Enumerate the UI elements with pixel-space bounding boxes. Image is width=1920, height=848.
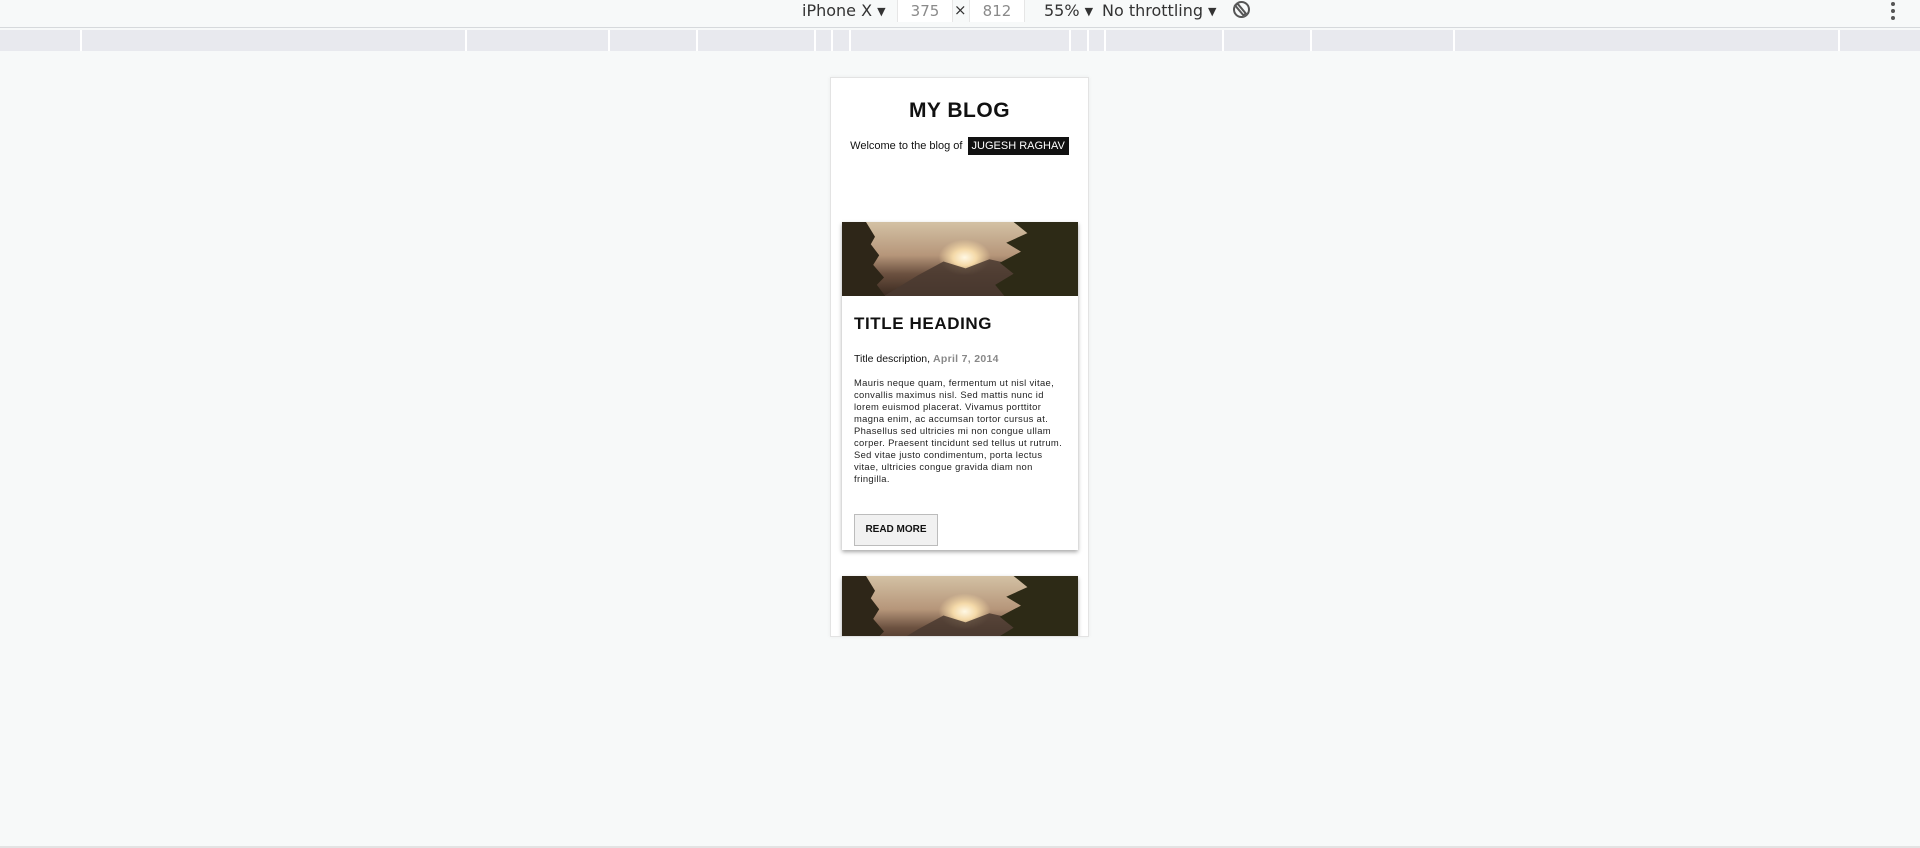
welcome-text: Welcome to the blog of JUGESH RAGHAV	[831, 137, 1088, 155]
media-query-divider	[831, 30, 833, 51]
blog-post-card	[842, 576, 1078, 636]
zoom-select[interactable]: 55% ▼	[1044, 0, 1093, 21]
device-select-label: iPhone X	[802, 1, 873, 20]
height-input[interactable]: 812	[969, 0, 1025, 22]
post-description: Title description,	[854, 353, 931, 365]
media-query-divider	[80, 30, 82, 51]
chevron-down-icon: ▼	[877, 5, 886, 18]
post-date: April 7, 2014	[932, 353, 999, 365]
blog-post-card: TITLE HEADING Title description, April 7…	[842, 222, 1078, 550]
media-query-divider	[1310, 30, 1312, 51]
media-query-divider	[1453, 30, 1455, 51]
forest-sunset-image	[842, 222, 1078, 296]
media-query-divider	[696, 30, 698, 51]
media-query-divider	[1104, 30, 1106, 51]
media-query-divider	[1222, 30, 1224, 51]
width-input[interactable]: 375	[897, 0, 953, 22]
device-viewport: MY BLOG Welcome to the blog of JUGESH RA…	[830, 77, 1089, 637]
card-body: TITLE HEADING Title description, April 7…	[854, 314, 1066, 485]
device-toolbar: iPhone X ▼ 375 × 812 55% ▼ No throttling ▼	[0, 0, 1920, 28]
media-query-divider	[608, 30, 610, 51]
media-query-divider	[1087, 30, 1089, 51]
tree-shape	[842, 576, 886, 636]
more-vert-icon[interactable]	[1891, 2, 1895, 20]
media-query-divider	[1069, 30, 1071, 51]
dimension-separator: ×	[954, 1, 967, 19]
media-query-bar[interactable]	[0, 30, 1920, 51]
tree-shape	[842, 222, 886, 296]
forest-sunset-image	[842, 576, 1078, 636]
post-body: Mauris neque quam, fermentum ut nisl vit…	[854, 377, 1063, 484]
media-query-divider	[1838, 30, 1840, 51]
rotate-icon[interactable]	[1233, 1, 1250, 18]
welcome-label: Welcome to the blog of	[850, 140, 963, 152]
media-query-divider	[849, 30, 851, 51]
blog-title: MY BLOG	[908, 99, 1011, 122]
post-heading: TITLE HEADING	[854, 314, 993, 333]
throttling-select[interactable]: No throttling ▼	[1102, 0, 1216, 21]
media-query-divider	[814, 30, 816, 51]
media-query-divider	[465, 30, 467, 51]
read-more-button[interactable]: READ MORE	[854, 514, 938, 546]
author-tag: JUGESH RAGHAV	[967, 137, 1069, 155]
tree-shape	[995, 222, 1078, 296]
zoom-select-label: 55%	[1044, 1, 1080, 20]
device-select[interactable]: iPhone X ▼	[802, 0, 886, 21]
chevron-down-icon: ▼	[1208, 5, 1217, 18]
throttling-select-label: No throttling	[1102, 1, 1204, 20]
chevron-down-icon: ▼	[1084, 5, 1094, 18]
post-meta: Title description, April 7, 2014	[854, 353, 1066, 365]
